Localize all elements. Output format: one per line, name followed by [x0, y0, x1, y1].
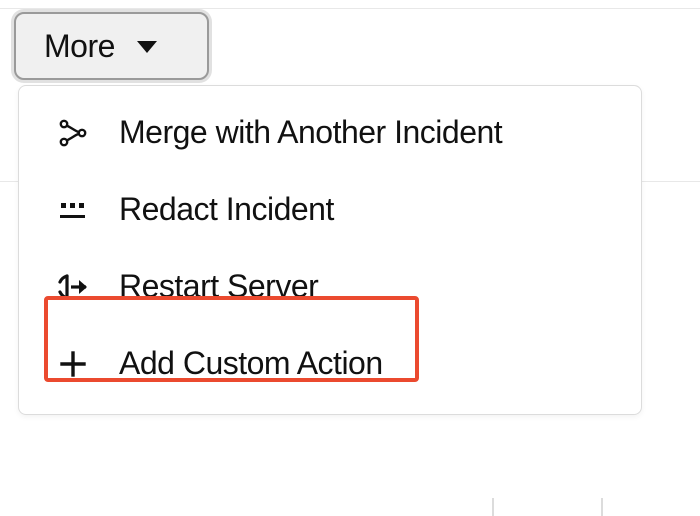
divider: [492, 498, 494, 516]
menu-item-label: Restart Server: [119, 268, 318, 305]
more-button-label: More: [44, 28, 115, 65]
menu-item-merge[interactable]: Merge with Another Incident: [19, 94, 641, 171]
menu-item-label: Merge with Another Incident: [119, 114, 502, 151]
redact-icon: [55, 192, 91, 228]
menu-item-restart-server[interactable]: Restart Server: [19, 248, 641, 325]
menu-item-redact[interactable]: Redact Incident: [19, 171, 641, 248]
plus-icon: [55, 346, 91, 382]
divider: [601, 498, 603, 516]
more-dropdown: Merge with Another Incident Redact Incid…: [18, 85, 642, 415]
divider: [0, 8, 700, 9]
restart-icon: [55, 269, 91, 305]
menu-item-label: Add Custom Action: [119, 345, 383, 382]
chevron-down-icon: [137, 41, 157, 53]
more-button[interactable]: More: [14, 12, 209, 80]
menu-item-add-custom-action[interactable]: Add Custom Action: [19, 325, 641, 402]
menu-item-label: Redact Incident: [119, 191, 334, 228]
merge-icon: [55, 115, 91, 151]
